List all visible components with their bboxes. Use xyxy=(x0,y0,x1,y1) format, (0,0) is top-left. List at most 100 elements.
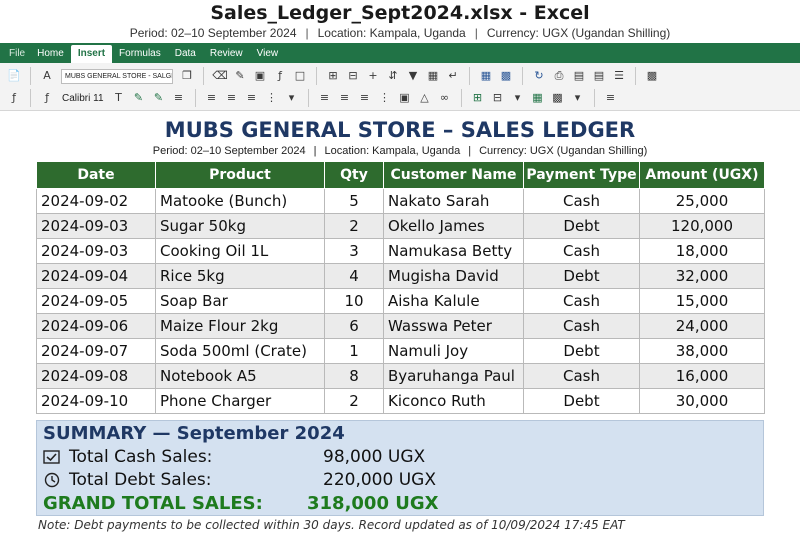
clear-format-icon[interactable]: ⌫ xyxy=(212,68,228,84)
table-icon[interactable]: ⊟ xyxy=(345,68,361,84)
cell-product[interactable]: Maize Flour 2kg xyxy=(155,313,325,339)
number-format-icon[interactable]: ⋮ xyxy=(264,90,280,106)
font-style-icon[interactable]: A xyxy=(39,68,55,84)
insert-icon[interactable]: + xyxy=(365,68,381,84)
font-name-box[interactable]: Calibri 11 xyxy=(62,93,104,104)
cell-customer[interactable]: Byaruhanga Paul xyxy=(383,363,524,389)
dropdown-icon[interactable]: ▾ xyxy=(510,90,526,106)
delete-cells-icon[interactable]: ⊟ xyxy=(490,90,506,106)
dropdown-icon[interactable]: ▾ xyxy=(284,90,300,106)
cell-amount[interactable]: 24,000 xyxy=(639,313,765,339)
paste-icon[interactable]: 📄 xyxy=(6,68,22,84)
chart-icon[interactable]: ▤ xyxy=(591,68,607,84)
cell-date[interactable]: 2024-09-06 xyxy=(36,313,156,339)
cell-customer[interactable]: Nakato Sarah xyxy=(383,188,524,214)
align-right-icon[interactable]: ≡ xyxy=(244,90,260,106)
cell-qty[interactable]: 10 xyxy=(324,288,384,314)
cell-date[interactable]: 2024-09-02 xyxy=(36,188,156,214)
cell-qty[interactable]: 5 xyxy=(324,188,384,214)
picture-icon[interactable]: ▣ xyxy=(397,90,413,106)
column-header-product[interactable]: Product xyxy=(155,161,325,189)
cell-qty[interactable]: 1 xyxy=(324,338,384,364)
cell-payment-type[interactable]: Cash xyxy=(523,288,640,314)
sort-icon[interactable]: ⇵ xyxy=(385,68,401,84)
name-box[interactable]: MUBS GENERAL STORE - SALGER xyxy=(61,68,173,84)
cell-date[interactable]: 2024-09-08 xyxy=(36,363,156,389)
cell-qty[interactable]: 2 xyxy=(324,388,384,414)
cell-customer[interactable]: Namukasa Betty xyxy=(383,238,524,264)
wrap-icon[interactable]: ↵ xyxy=(445,68,461,84)
cell-qty[interactable]: 4 xyxy=(324,263,384,289)
cell-payment-type[interactable]: Debt xyxy=(523,263,640,289)
sheet-icon[interactable]: ▩ xyxy=(644,68,660,84)
font-color-icon[interactable]: ✎ xyxy=(151,90,167,106)
cell-product[interactable]: Rice 5kg xyxy=(155,263,325,289)
cell-payment-type[interactable]: Debt xyxy=(523,213,640,239)
border-icon[interactable]: ▦ xyxy=(425,68,441,84)
refresh-icon[interactable]: ↻ xyxy=(531,68,547,84)
cell-customer[interactable]: Kiconco Ruth xyxy=(383,388,524,414)
cell-amount[interactable]: 15,000 xyxy=(639,288,765,314)
tab-review[interactable]: Review xyxy=(203,45,250,63)
cell-qty[interactable]: 6 xyxy=(324,313,384,339)
link-icon[interactable]: ∞ xyxy=(437,90,453,106)
column-header-date[interactable]: Date xyxy=(36,161,156,189)
underline-icon[interactable]: ≡ xyxy=(171,90,187,106)
comment-icon[interactable]: □ xyxy=(292,68,308,84)
cell-customer[interactable]: Mugisha David xyxy=(383,263,524,289)
cell-amount[interactable]: 25,000 xyxy=(639,188,765,214)
shapes-icon[interactable]: △ xyxy=(417,90,433,106)
grid-icon[interactable]: ▦ xyxy=(478,68,494,84)
tab-file[interactable]: File xyxy=(4,45,30,63)
tab-insert[interactable]: Insert xyxy=(70,45,113,63)
cell-amount[interactable]: 32,000 xyxy=(639,263,765,289)
justify-icon[interactable]: ≡ xyxy=(337,90,353,106)
cell-amount[interactable]: 120,000 xyxy=(639,213,765,239)
cell-payment-type[interactable]: Cash xyxy=(523,313,640,339)
column-header-qty[interactable]: Qty xyxy=(324,161,384,189)
cell-date[interactable]: 2024-09-04 xyxy=(36,263,156,289)
merge-icon[interactable]: ⊞ xyxy=(325,68,341,84)
cell-product[interactable]: Notebook A5 xyxy=(155,363,325,389)
page-setup-icon[interactable]: ▤ xyxy=(571,68,587,84)
cell-product[interactable]: Matooke (Bunch) xyxy=(155,188,325,214)
column-header-customer-name[interactable]: Customer Name xyxy=(383,161,524,189)
tab-formulas[interactable]: Formulas xyxy=(112,45,168,63)
cell-product[interactable]: Soap Bar xyxy=(155,288,325,314)
cell-amount[interactable]: 38,000 xyxy=(639,338,765,364)
cell-customer[interactable]: Wasswa Peter xyxy=(383,313,524,339)
align-left-icon[interactable]: ≡ xyxy=(204,90,220,106)
layout-icon[interactable]: ▩ xyxy=(498,68,514,84)
fill-icon[interactable]: ▣ xyxy=(252,68,268,84)
cell-amount[interactable]: 16,000 xyxy=(639,363,765,389)
column-header-payment-type[interactable]: Payment Type xyxy=(523,161,640,189)
cell-payment-type[interactable]: Cash xyxy=(523,188,640,214)
cell-qty[interactable]: 3 xyxy=(324,238,384,264)
cell-qty[interactable]: 2 xyxy=(324,213,384,239)
highlight-icon[interactable]: ✎ xyxy=(131,90,147,106)
insert-cells-icon[interactable]: ⊞ xyxy=(470,90,486,106)
cell-product[interactable]: Soda 500ml (Crate) xyxy=(155,338,325,364)
cell-customer[interactable]: Okello James xyxy=(383,213,524,239)
text-icon[interactable]: T xyxy=(111,90,127,106)
list-icon[interactable]: ☰ xyxy=(611,68,627,84)
tab-view[interactable]: View xyxy=(250,45,286,63)
cell-amount[interactable]: 30,000 xyxy=(639,388,765,414)
sum-icon[interactable]: ≡ xyxy=(603,90,619,106)
cell-date[interactable]: 2024-09-05 xyxy=(36,288,156,314)
function-small-icon[interactable]: ƒ xyxy=(6,90,22,106)
indent-icon[interactable]: ≡ xyxy=(224,90,240,106)
format-icon[interactable]: ▩ xyxy=(550,90,566,106)
distribute-icon[interactable]: ≡ xyxy=(357,90,373,106)
cell-payment-type[interactable]: Debt xyxy=(523,388,640,414)
cell-amount[interactable]: 18,000 xyxy=(639,238,765,264)
cell-customer[interactable]: Namuli Joy xyxy=(383,338,524,364)
cell-payment-type[interactable]: Cash xyxy=(523,363,640,389)
print-icon[interactable]: ⎙ xyxy=(551,68,567,84)
cell-date[interactable]: 2024-09-10 xyxy=(36,388,156,414)
center-icon[interactable]: ≡ xyxy=(317,90,333,106)
cell-date[interactable]: 2024-09-03 xyxy=(36,213,156,239)
cell-payment-type[interactable]: Cash xyxy=(523,238,640,264)
italic-f-icon[interactable]: ƒ xyxy=(39,90,55,106)
cell-qty[interactable]: 8 xyxy=(324,363,384,389)
